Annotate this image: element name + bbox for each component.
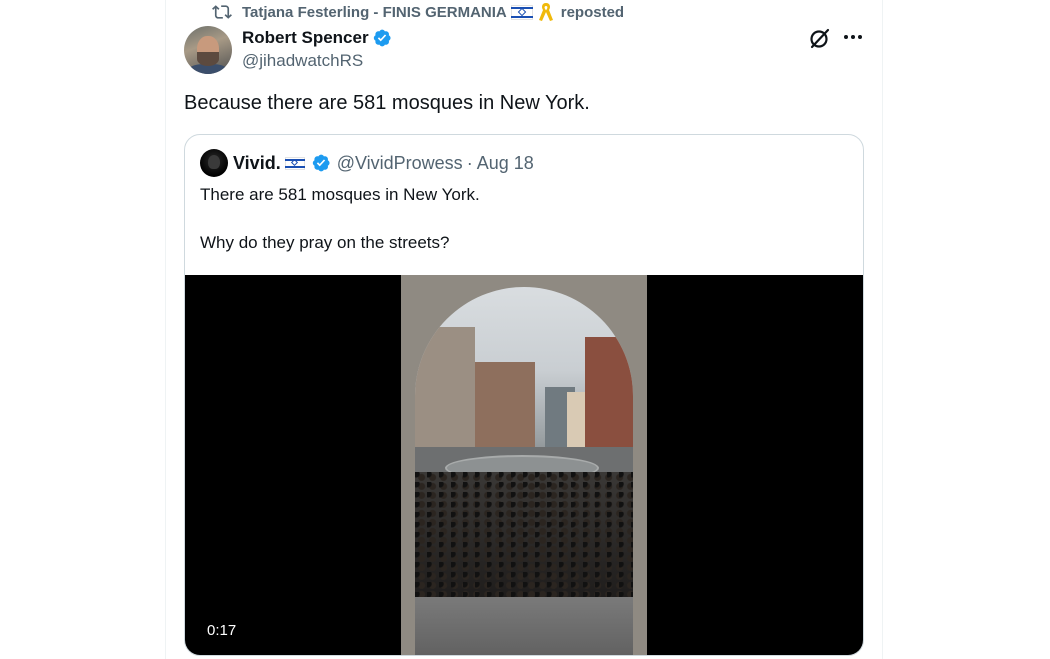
repost-icon: [212, 5, 232, 19]
israel-flag-icon: [510, 4, 533, 20]
tweet-text: Because there are 581 mosques in New Yor…: [184, 92, 590, 114]
avatar[interactable]: [184, 26, 232, 74]
quoted-date[interactable]: Aug 18: [477, 153, 534, 174]
grok-icon[interactable]: [808, 26, 832, 50]
video-thumbnail: [401, 275, 647, 655]
display-name[interactable]: Robert Spencer: [242, 28, 369, 48]
more-dots: [844, 35, 862, 39]
quoted-text-line-2: Why do they pray on the streets?: [200, 233, 450, 252]
quoted-handle[interactable]: @VividProwess: [337, 153, 463, 174]
quoted-display-name[interactable]: Vivid.: [233, 153, 281, 174]
verified-badge-icon: [312, 154, 330, 172]
quoted-tweet-header[interactable]: Vivid. @VividProwess · Aug 18: [200, 149, 534, 177]
yellow-ribbon-icon: [538, 3, 553, 21]
quoted-tweet-card[interactable]: Vivid. @VividProwess · Aug 18 There are …: [184, 134, 864, 656]
reposter-name[interactable]: Tatjana Festerling - FINIS GERMANIA: [242, 4, 507, 21]
quoted-avatar[interactable]: [200, 149, 228, 177]
video-duration: 0:17: [201, 620, 243, 641]
video-player[interactable]: 0:17: [185, 275, 863, 655]
verified-badge-icon: [373, 29, 391, 47]
author-handle[interactable]: @jihadwatchRS: [242, 51, 363, 71]
israel-flag-icon: [284, 156, 305, 170]
quoted-separator: ·: [466, 152, 473, 173]
author-name-row[interactable]: Robert Spencer: [242, 26, 392, 50]
repost-context[interactable]: Tatjana Festerling - FINIS GERMANIA repo…: [212, 2, 624, 22]
quoted-text-line-1: There are 581 mosques in New York.: [200, 185, 480, 204]
repost-suffix: reposted: [560, 3, 625, 21]
more-icon[interactable]: [840, 24, 866, 50]
